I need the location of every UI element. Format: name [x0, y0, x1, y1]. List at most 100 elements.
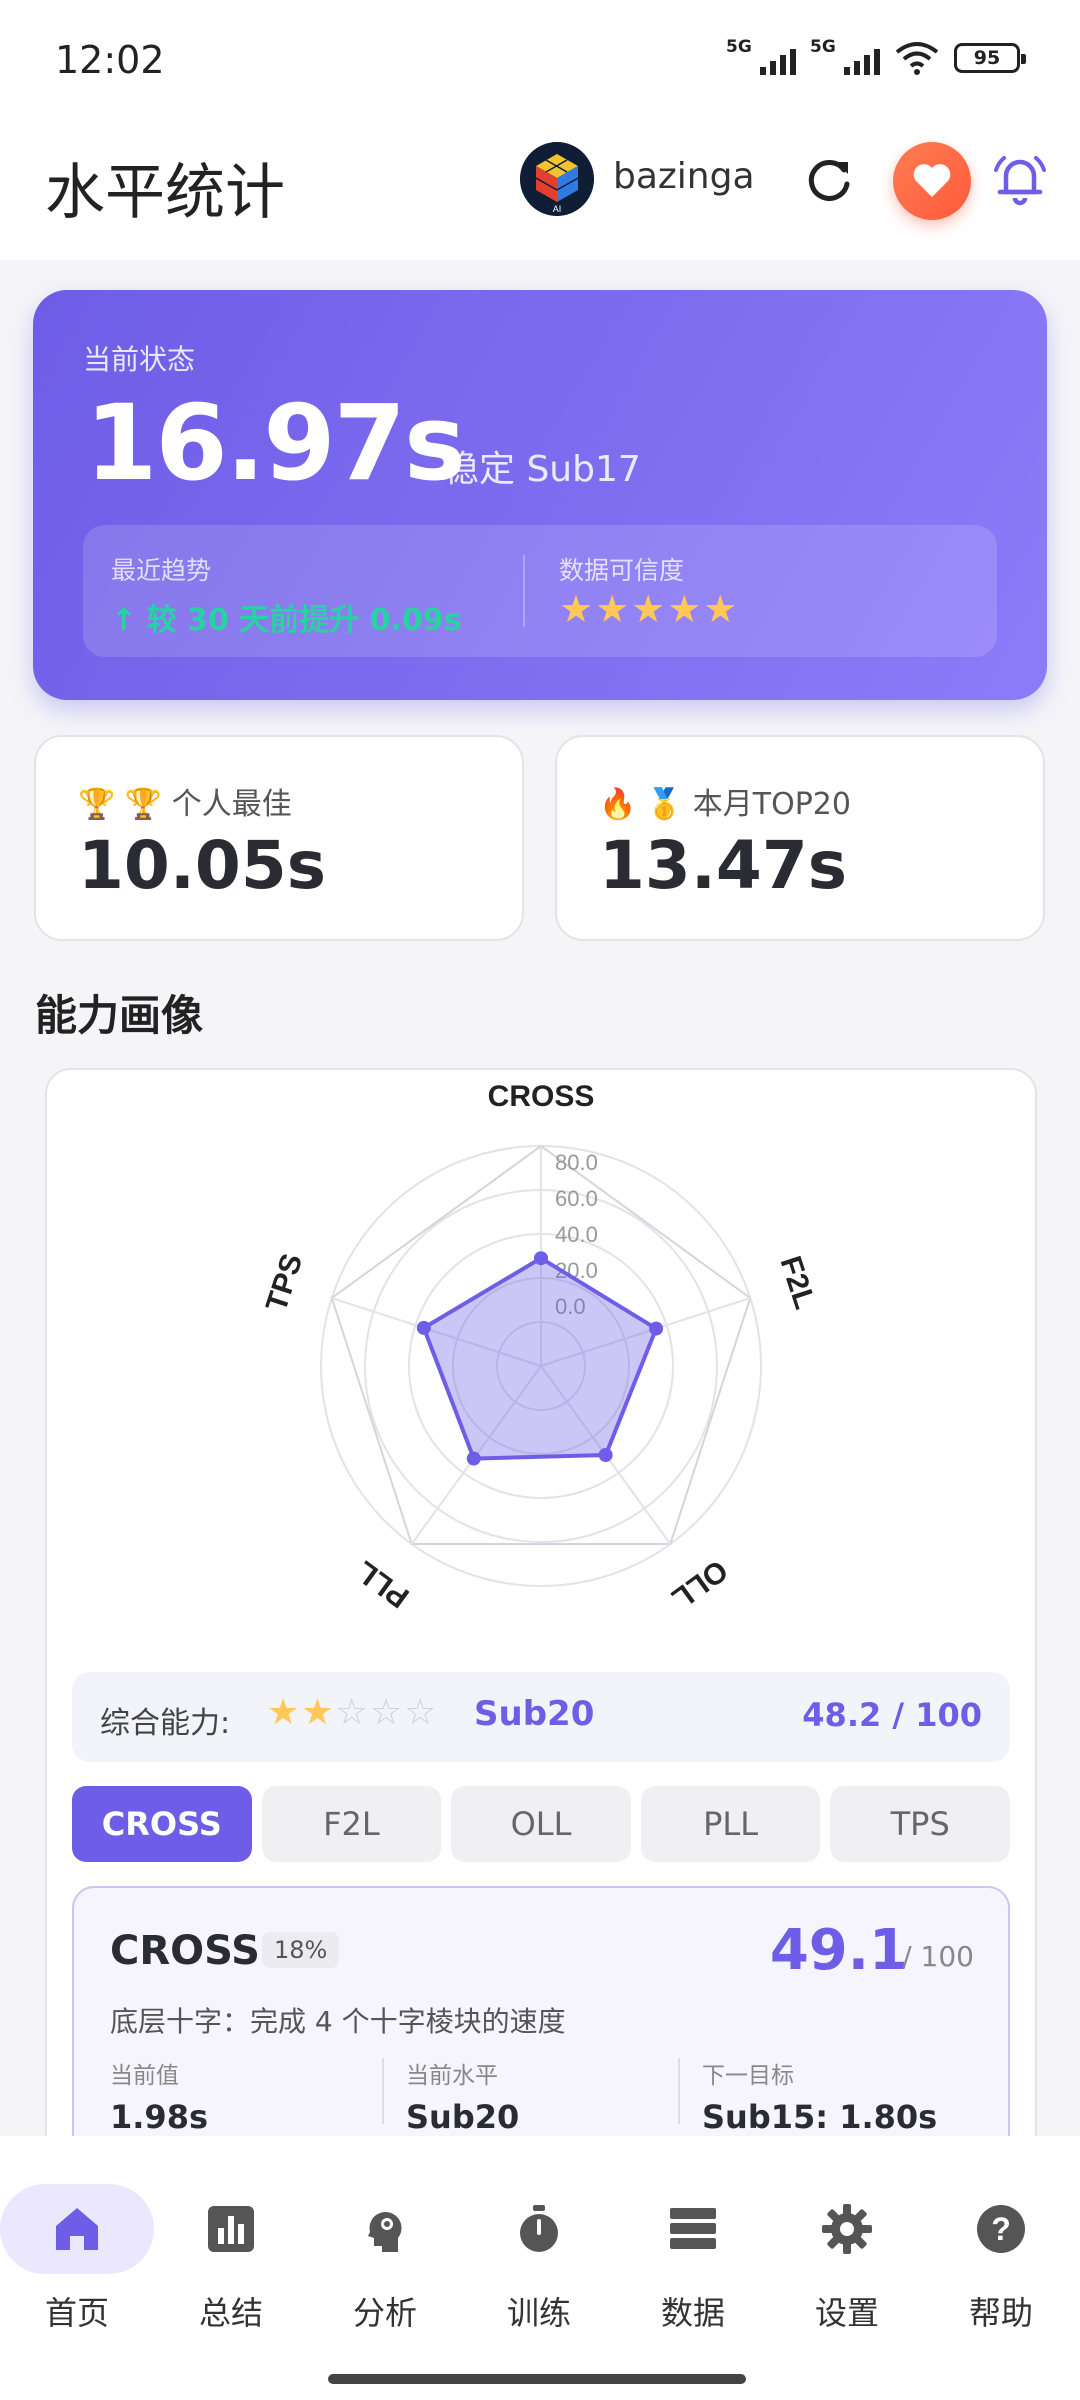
next-target-stat: 下一目标 Sub15: 1.80s [702, 2056, 937, 2136]
ability-tabs: CROSS F2L OLL PLL TPS [72, 1786, 1010, 1862]
gear-icon [822, 2204, 872, 2254]
help-icon: ? [977, 2205, 1025, 2253]
bell-icon[interactable] [990, 150, 1050, 210]
current-average-value: 16.97s [85, 382, 466, 504]
nav-home-label: 首页 [44, 2294, 109, 2332]
radar-axis-label: TPS [260, 1250, 309, 1316]
radar-axis-label: CROSS [488, 1080, 595, 1113]
nav-analysis-label: 分析 [352, 2294, 417, 2332]
personal-best-label-text: 🏆 个人最佳 [124, 787, 292, 822]
tab-f2l[interactable]: F2L [261, 1786, 442, 1862]
svg-text:?: ? [991, 2211, 1011, 2247]
trophy-icon: 🏆 [78, 787, 125, 822]
rubiks-cube-icon: AI [520, 142, 594, 216]
radar-data-point [466, 1451, 481, 1466]
nav-summary[interactable]: 总结 [154, 2184, 308, 2332]
personal-best-value: 10.05s [78, 827, 327, 904]
divider [523, 555, 525, 627]
status-bar: 12:02 5G 5G 95 [0, 0, 1080, 120]
page-title: 水平统计 [45, 158, 285, 228]
next-target-label: 下一目标 [702, 2063, 794, 2089]
radar-data-point [598, 1447, 613, 1462]
current-value: 1.98s [110, 2098, 208, 2136]
nav-training-label: 训练 [506, 2294, 571, 2332]
username[interactable]: bazinga [613, 156, 755, 197]
personal-best-label: 🏆 🏆 个人最佳 [78, 779, 292, 823]
cellular-signal-icon-2: 5G [810, 37, 880, 75]
overall-ability-bar: 综合能力: ★★☆☆☆ Sub20 48.2 / 100 [72, 1672, 1010, 1762]
radar-axis-label: OLL [665, 1553, 733, 1615]
monthly-top20-card[interactable]: 🔥 🥇 本月TOP20 13.47s [555, 735, 1045, 941]
nav-data-icon-bg [616, 2184, 770, 2274]
nav-data[interactable]: 数据 [616, 2184, 770, 2332]
current-status-card: 当前状态 16.97s 稳定 Sub17 最近趋势 ↑ 较 30 天前提升 0.… [33, 290, 1047, 700]
heart-icon [913, 164, 951, 197]
refresh-icon[interactable] [800, 152, 858, 210]
radar-axis-label: PLL [350, 1554, 415, 1614]
clock: 12:02 [55, 38, 165, 82]
radar-series-area [421, 1256, 659, 1461]
monthly-top20-label-text: 🥇 本月TOP20 [645, 787, 851, 822]
fire-icon: 🔥 [599, 787, 646, 822]
tab-cross[interactable]: CROSS [72, 1786, 252, 1862]
trend-panel: 最近趋势 ↑ 较 30 天前提升 0.09s 数据可信度 ★★★★★ [83, 525, 997, 657]
detail-max: / 100 [902, 1940, 974, 1973]
stability-label: 稳定 Sub17 [443, 449, 641, 490]
tab-pll[interactable]: PLL [640, 1786, 821, 1862]
cellular-signal-icon: 5G [726, 37, 796, 75]
wifi-icon [895, 42, 939, 75]
radar-tick-label: 80.0 [555, 1150, 598, 1175]
radar-chart[interactable]: 80.060.040.020.00.0CROSSF2LOLLPLLTPS [47, 1070, 1035, 1690]
radar-data-point [534, 1251, 548, 1266]
stopwatch-icon [520, 2205, 558, 2252]
personal-best-card[interactable]: 🏆 🏆 个人最佳 10.05s [34, 735, 524, 941]
monthly-top20-label: 🔥 🥇 本月TOP20 [599, 779, 851, 823]
nav-summary-icon-bg [154, 2184, 308, 2274]
trend-value: ↑ 较 30 天前提升 0.09s [111, 603, 462, 638]
nav-summary-label: 总结 [198, 2294, 263, 2332]
current-level-label: 当前水平 [406, 2063, 498, 2089]
nav-analysis[interactable]: 分析 [308, 2184, 462, 2332]
reliability-stars: ★★★★★ [559, 587, 740, 631]
next-target-value: Sub15: 1.80s [702, 2098, 938, 2136]
avatar[interactable]: AI [520, 142, 594, 216]
nav-analysis-icon-bg [308, 2184, 462, 2274]
overall-level: Sub20 [474, 1694, 595, 1734]
radar-data-point [416, 1320, 431, 1335]
bottom-navigation: 首页 总结 分析 训练 数据 设置 ? 帮助 [0, 2136, 1080, 2400]
nav-settings-icon-bg [770, 2184, 924, 2274]
tab-oll[interactable]: OLL [451, 1786, 631, 1862]
bar-chart-icon [208, 2206, 254, 2252]
nav-data-label: 数据 [660, 2294, 725, 2332]
tab-tps[interactable]: TPS [830, 1786, 1010, 1862]
overall-score: 48.2 / 100 [802, 1696, 982, 1734]
divider [678, 2058, 680, 2124]
ability-profile-card: 80.060.040.020.00.0CROSSF2LOLLPLLTPS 综合能… [45, 1068, 1037, 2206]
nav-settings-label: 设置 [814, 2294, 879, 2332]
nav-help[interactable]: ? 帮助 [924, 2184, 1078, 2332]
overall-label: 综合能力: [100, 1706, 231, 1741]
nav-home[interactable]: 首页 [0, 2184, 154, 2332]
detail-description: 底层十字：完成 4 个十字棱块的速度 [110, 2005, 566, 2038]
nav-settings[interactable]: 设置 [770, 2184, 924, 2332]
avatar-text: AI [553, 204, 562, 214]
nav-help-label: 帮助 [968, 2294, 1033, 2332]
nav-home-icon-bg [0, 2184, 154, 2274]
brain-gear-icon [368, 2212, 402, 2252]
detail-name: CROSS [110, 1928, 260, 1974]
stars-empty: ☆☆☆ [335, 1692, 439, 1733]
radar-data-point [649, 1321, 664, 1336]
network-type-label: 5G [726, 37, 752, 57]
current-value-stat: 当前值 1.98s [110, 2056, 208, 2136]
section-title: 能力画像 [35, 991, 204, 1040]
reliability-label: 数据可信度 [559, 556, 685, 585]
favorite-button[interactable] [893, 142, 971, 220]
detail-weight-badge: 18% [262, 1932, 340, 1968]
nav-training[interactable]: 训练 [462, 2184, 616, 2332]
current-level-stat: 当前水平 Sub20 [406, 2056, 519, 2136]
nav-training-icon-bg [462, 2184, 616, 2274]
home-indicator[interactable] [328, 2374, 746, 2384]
radar-axis-label: F2L [773, 1252, 821, 1313]
divider [382, 2058, 384, 2124]
trend-label: 最近趋势 [111, 556, 212, 585]
